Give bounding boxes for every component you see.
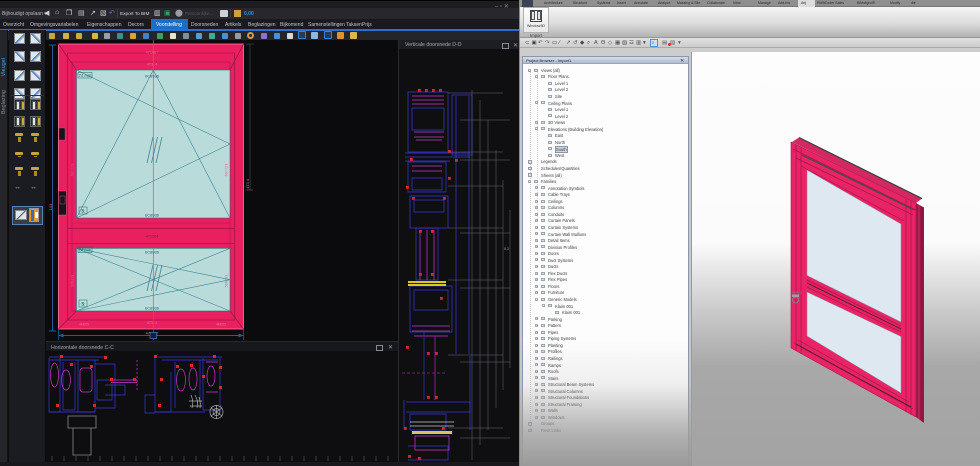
svg-text:POW d: POW d xyxy=(792,291,802,295)
svg-text:607723: 607723 xyxy=(71,164,75,177)
svg-text:506333: 506333 xyxy=(224,275,228,288)
svg-text:103: 103 xyxy=(48,203,53,210)
svg-text:8,3: 8,3 xyxy=(504,247,509,251)
svg-text:473 4: 473 4 xyxy=(147,321,158,325)
svg-text:471067: 471067 xyxy=(146,51,159,55)
svg-text:506333: 506333 xyxy=(71,275,75,288)
svg-text:471204: 471204 xyxy=(146,235,159,239)
svg-text:473 4: 473 4 xyxy=(245,178,250,189)
svg-text:473 4: 473 4 xyxy=(147,63,158,67)
svg-text:607723: 607723 xyxy=(224,164,228,177)
svg-text:6C8936: 6C8936 xyxy=(145,213,160,218)
svg-text:6C8936: 6C8936 xyxy=(145,306,160,311)
svg-text:4M005: 4M005 xyxy=(79,323,89,327)
svg-text:6C8936: 6C8936 xyxy=(145,74,160,79)
svg-text:74 mm: 74 mm xyxy=(79,73,92,78)
svg-text:24 mm: 24 mm xyxy=(79,248,92,253)
svg-text:6C8936: 6C8936 xyxy=(145,250,160,255)
svg-text:4M005: 4M005 xyxy=(216,323,226,327)
